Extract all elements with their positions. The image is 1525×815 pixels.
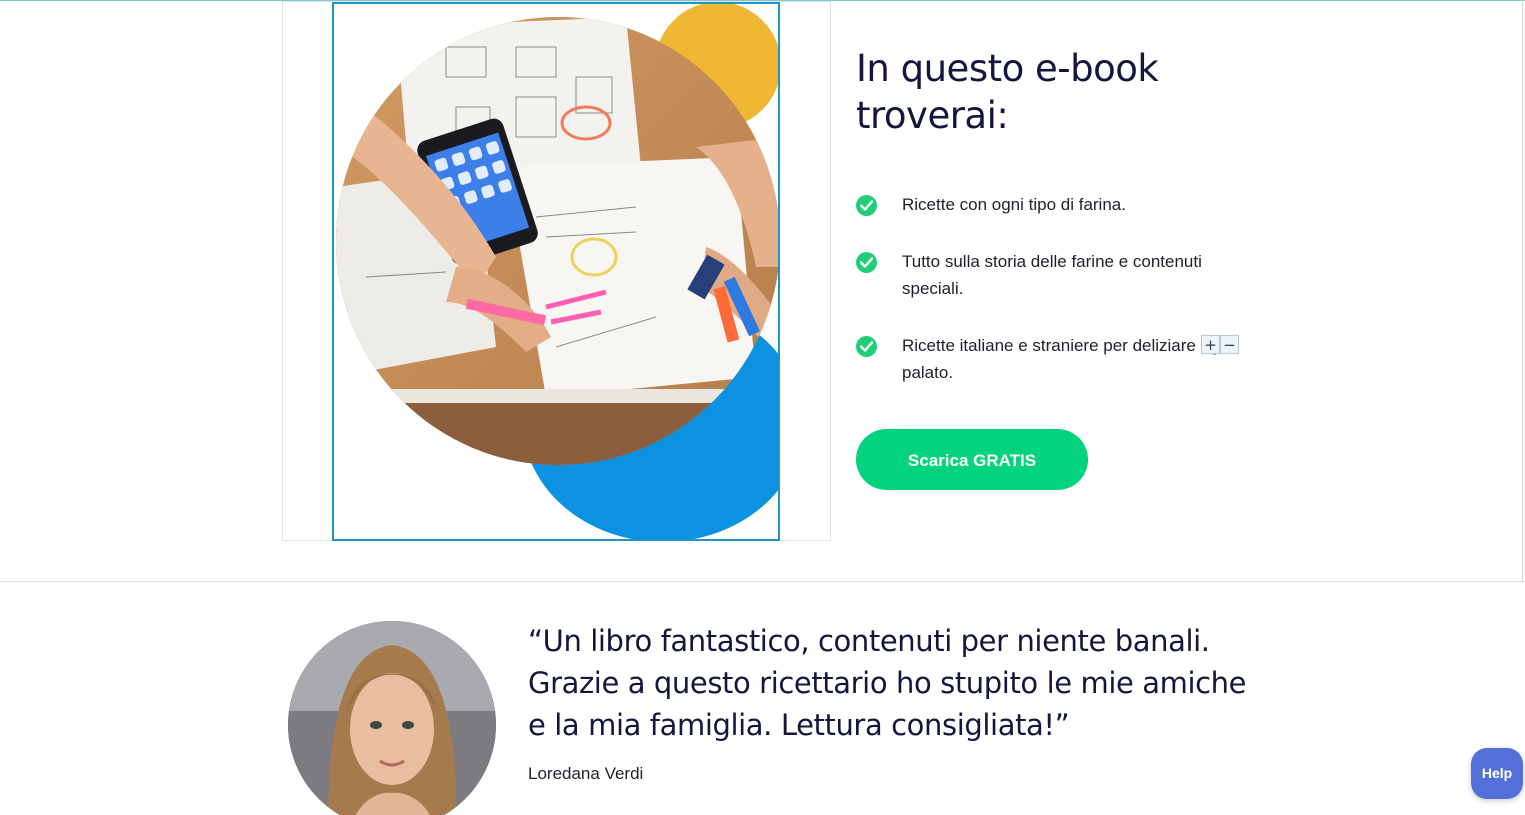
page: In questo e-book troverai: Ricette con o… [0, 0, 1525, 815]
feature-text: Tutto sulla storia delle farine e conten… [902, 252, 1202, 298]
remove-item-button[interactable]: − [1220, 335, 1239, 354]
section-divider [0, 581, 1525, 582]
testimonial-avatar [288, 621, 496, 815]
workspace-photo [336, 17, 778, 465]
feature-text: Ricette italiane e straniere per delizia… [902, 336, 1233, 382]
check-circle-icon [856, 252, 877, 273]
testimonial-author: Loredana Verdi [528, 764, 644, 783]
testimonial-quote: “Un libro fantastico, contenuti per nien… [528, 624, 1247, 742]
download-free-button[interactable]: Scarica GRATIS [856, 429, 1088, 490]
avatar-illustration [288, 621, 496, 815]
section-heading: In questo e-book troverai: [856, 47, 1159, 137]
help-button[interactable]: Help [1471, 748, 1523, 799]
editor-item-controls: + − [1201, 335, 1239, 355]
add-item-button[interactable]: + [1201, 335, 1220, 354]
selected-image-frame[interactable] [332, 2, 780, 541]
right-border [1522, 0, 1523, 582]
check-circle-icon [856, 336, 877, 357]
feature-text: Ricette con ogni tipo di farina. [902, 195, 1126, 214]
workspace-photo-illustration [336, 17, 778, 465]
check-circle-icon [856, 195, 877, 216]
